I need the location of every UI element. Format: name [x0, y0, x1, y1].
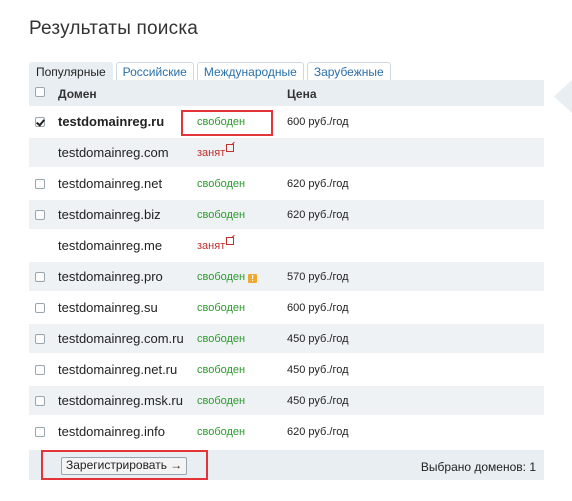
domain-status: свободен!	[197, 271, 258, 283]
domain-status: свободен	[197, 426, 245, 438]
domain-checkbox[interactable]	[35, 396, 45, 406]
domain-checkbox[interactable]	[35, 365, 45, 375]
domain-name: testdomainreg.msk.ru	[58, 393, 183, 408]
domain-status[interactable]: занят	[197, 237, 235, 252]
domain-status: свободен	[197, 209, 245, 221]
table-row: testdomainreg.com.ru свободен 450 руб./год	[29, 324, 544, 355]
domain-name: testdomainreg.pro	[58, 269, 163, 284]
table-row: testdomainreg.net.ru свободен 450 руб./год	[29, 355, 544, 386]
domain-status: свободен	[197, 364, 245, 376]
domain-price: 600 руб./год	[287, 302, 349, 314]
domain-status: свободен	[197, 333, 245, 345]
domain-price: 620 руб./год	[287, 426, 349, 438]
tab-foreign[interactable]: Зарубежные	[306, 62, 391, 80]
results-panel: Домен Цена testdomainreg.ru свободен 600 р…	[29, 80, 544, 480]
domain-name: testdomainreg.net	[58, 176, 163, 191]
domain-checkbox[interactable]	[35, 117, 45, 127]
domain-price: 450 руб./год	[287, 395, 349, 407]
table-row: testdomainreg.com занят	[29, 138, 544, 169]
page-title: Результаты поиска	[29, 18, 199, 39]
status-text: свободен	[197, 333, 246, 345]
domain-checkbox[interactable]	[35, 303, 45, 313]
domain-name: testdomainreg.com.ru	[58, 331, 184, 346]
domain-name: testdomainreg.biz	[58, 207, 161, 222]
domain-name: testdomainreg.net.ru	[58, 362, 178, 377]
domain-name: testdomainreg.ru	[58, 114, 165, 129]
domain-price: 620 руб./год	[287, 209, 349, 221]
selected-count: Выбрано доменов: 1	[420, 460, 536, 474]
table-row: testdomainreg.biz свободен 620 руб./год	[29, 200, 544, 231]
panel-arrow-icon	[554, 80, 572, 113]
table-row: testdomainreg.info свободен 620 руб./год	[29, 417, 544, 448]
external-link-icon[interactable]	[226, 144, 235, 152]
domain-status: свободен	[197, 302, 245, 314]
domain-price: 570 руб./год	[287, 271, 349, 283]
table-row: testdomainreg.msk.ru свободен 450 руб./год	[29, 386, 544, 417]
domain-checkbox[interactable]	[35, 334, 45, 344]
table-header: Домен Цена	[29, 80, 544, 106]
domain-price: 450 руб./год	[287, 364, 349, 376]
domain-price: 620 руб./год	[287, 178, 349, 190]
external-link-icon[interactable]	[226, 237, 235, 245]
domain-checkbox[interactable]	[35, 179, 45, 189]
status-text: свободен	[197, 426, 246, 438]
highlight-box-register	[41, 450, 208, 480]
table-row: testdomainreg.me занят	[29, 231, 544, 262]
status-text: свободен	[197, 209, 246, 221]
header-price: Цена	[287, 87, 317, 101]
status-text: свободен	[197, 302, 246, 314]
domain-price: 600 руб./год	[287, 116, 349, 128]
domain-price: 450 руб./год	[287, 333, 349, 345]
domain-name: testdomainreg.com	[58, 145, 169, 160]
tab-international[interactable]: Международные	[196, 62, 304, 80]
table-row: testdomainreg.su свободен 600 руб./год	[29, 293, 544, 324]
tab-bar: Популярные Российские Международные Зару…	[29, 62, 394, 80]
status-text: свободен	[197, 271, 246, 283]
domain-status: свободен	[197, 178, 245, 190]
domain-status[interactable]: занят	[197, 144, 235, 159]
status-text: занят	[197, 240, 226, 252]
domain-status: свободен	[197, 395, 245, 407]
tab-popular[interactable]: Популярные	[29, 62, 113, 80]
domain-checkbox[interactable]	[35, 210, 45, 220]
info-icon[interactable]: !	[248, 274, 258, 283]
status-text: свободен	[197, 178, 246, 190]
table-row: testdomainreg.ru свободен 600 руб./год	[29, 107, 544, 138]
table-row: testdomainreg.net свободен 620 руб./год	[29, 169, 544, 200]
domain-checkbox[interactable]	[35, 427, 45, 437]
header-domain: Домен	[58, 87, 97, 101]
table-row: testdomainreg.pro свободен! 570 руб./год	[29, 262, 544, 293]
tab-russian[interactable]: Российские	[115, 62, 194, 80]
status-text: свободен	[197, 395, 246, 407]
status-text: занят	[197, 147, 226, 159]
domain-checkbox[interactable]	[35, 272, 45, 282]
status-text: свободен	[197, 364, 246, 376]
highlight-box-status	[181, 110, 273, 136]
domain-name: testdomainreg.me	[58, 238, 163, 253]
select-all-checkbox[interactable]	[35, 87, 45, 97]
domain-name: testdomainreg.info	[58, 424, 165, 439]
domain-name: testdomainreg.su	[58, 300, 158, 315]
